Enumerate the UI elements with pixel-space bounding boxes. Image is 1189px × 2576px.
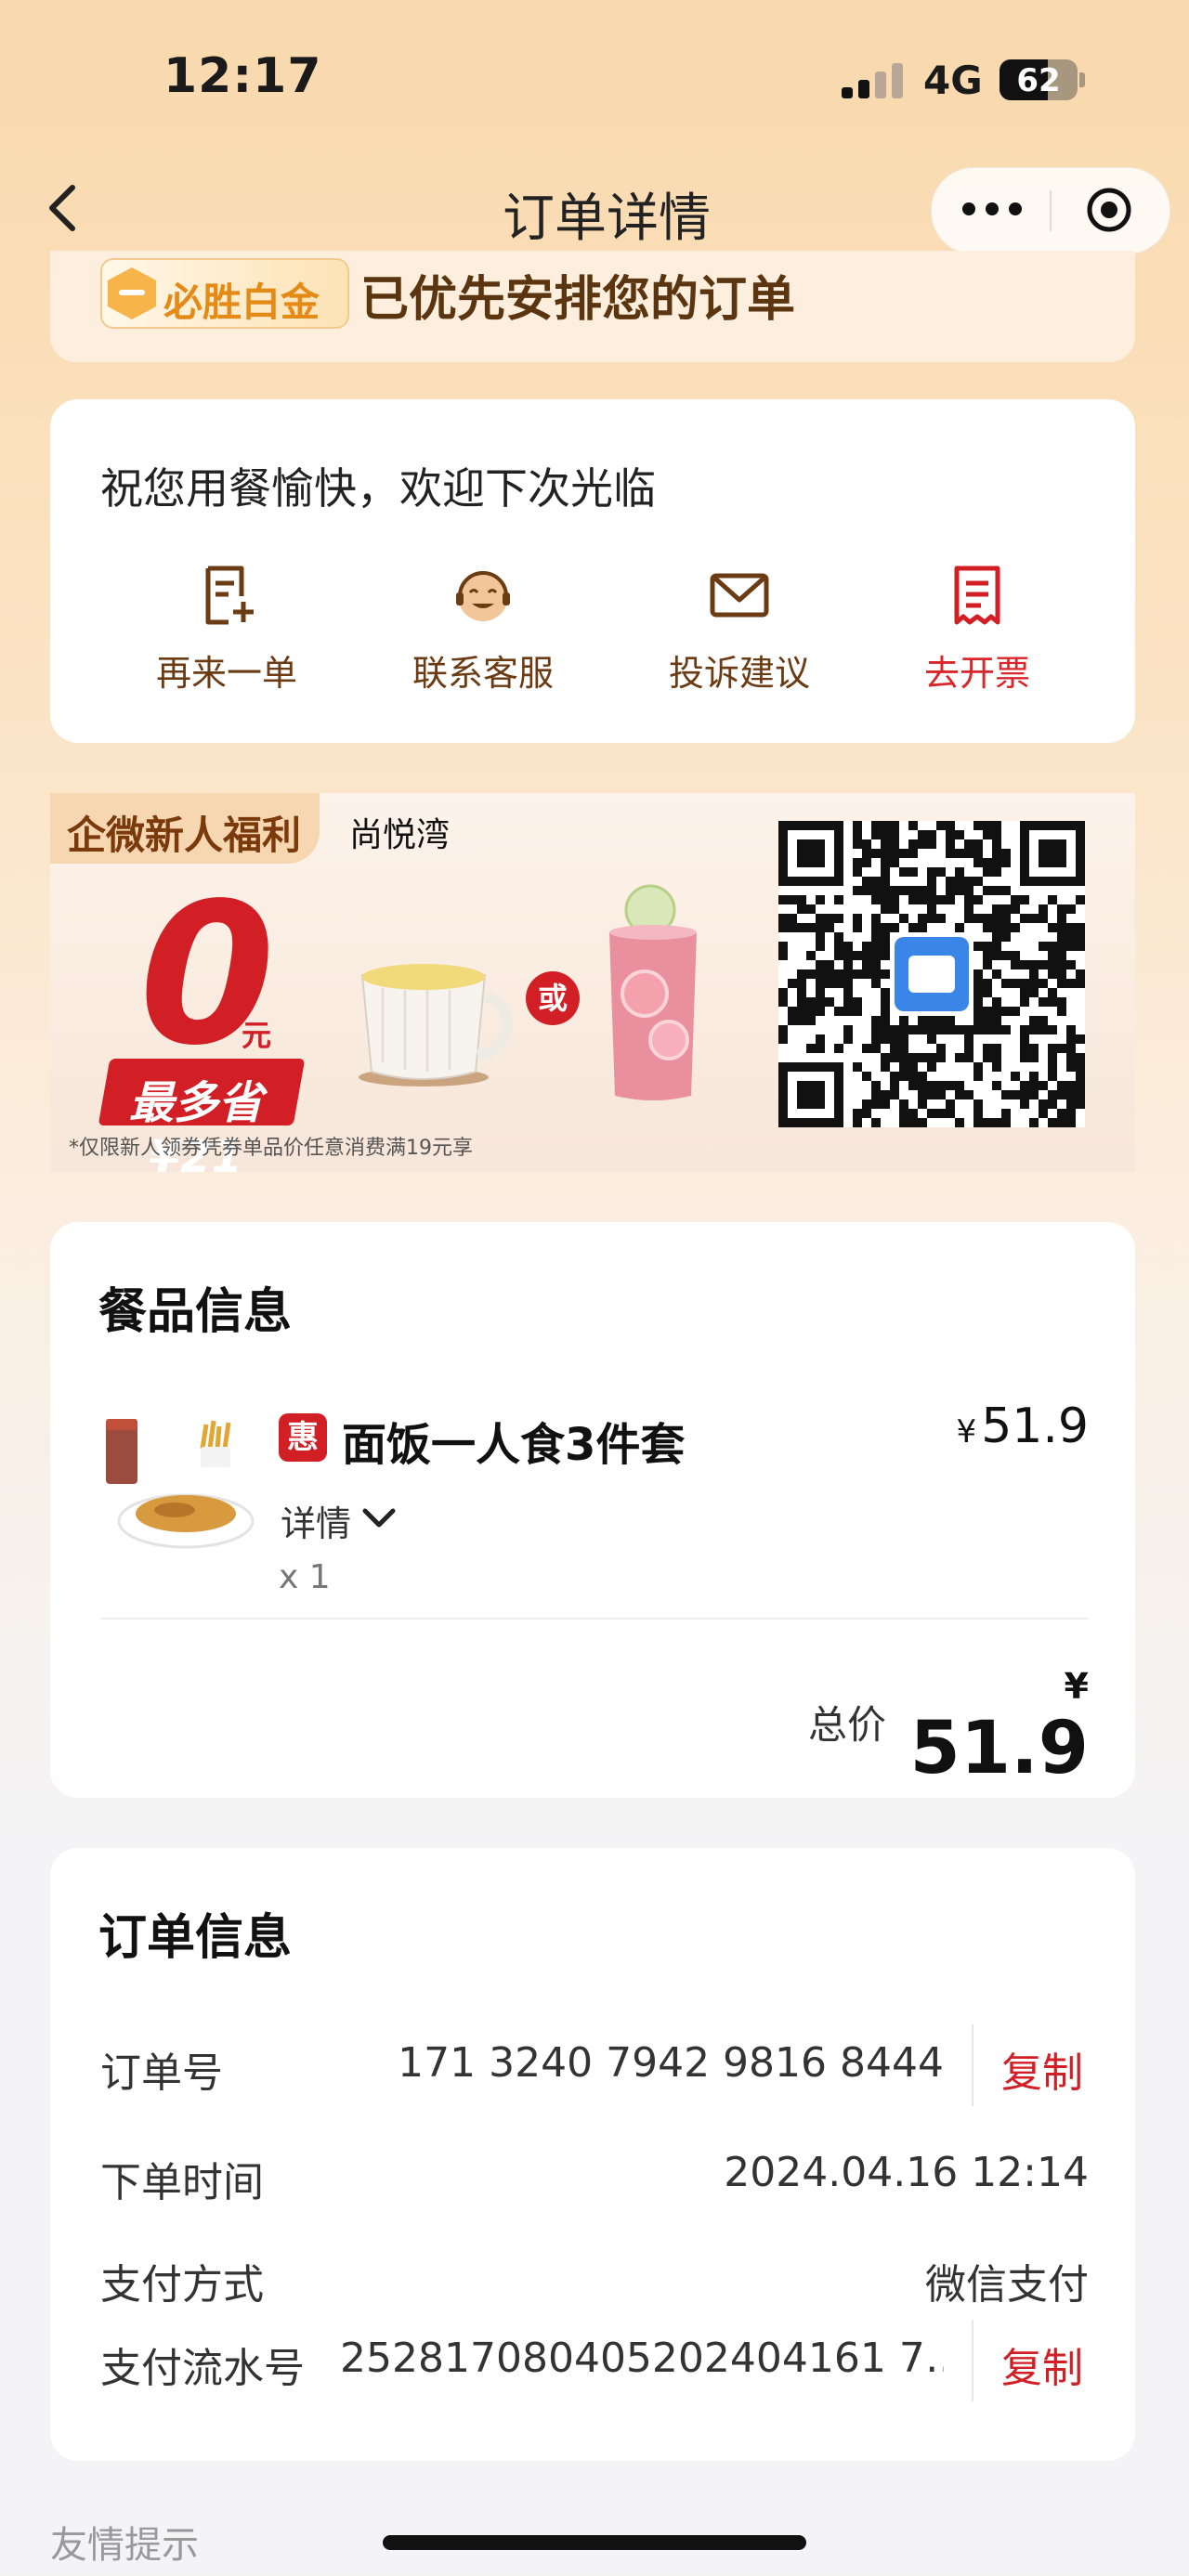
item-quantity: x 1	[279, 1558, 331, 1596]
promo-note: *仅限新人领券凭券单品价任意消费满19元享	[69, 1137, 473, 1160]
payment-method-value: 微信支付	[925, 2261, 1089, 2309]
invoice-icon	[954, 566, 1000, 625]
order-number-separator	[972, 2024, 973, 2106]
item-name: 面饭一人食3件套	[342, 1419, 686, 1471]
customer-service-icon	[456, 571, 510, 621]
promo-tag-label: 企微新人福利	[67, 813, 302, 858]
item-detail-toggle[interactable]: 详情	[281, 1495, 351, 1546]
home-indicator[interactable]	[383, 2535, 806, 2550]
milk-tea-cup-image	[359, 964, 513, 1086]
item-price: ¥ 51.9	[929, 1399, 1089, 1454]
promo-store-name: 尚悦湾	[349, 816, 451, 854]
more-icon[interactable]	[962, 202, 1022, 217]
reorder-label: 再来一单	[155, 653, 297, 694]
close-mini-program-icon[interactable]	[1085, 186, 1133, 234]
transaction-id-separator	[972, 2320, 973, 2401]
reorder-button[interactable]: 再来一单	[134, 563, 320, 696]
transaction-id-label: 支付流水号	[100, 2345, 305, 2392]
battery-level: 62	[1016, 62, 1061, 99]
complaint-button[interactable]: 投诉建议	[647, 563, 832, 696]
mail-icon	[710, 573, 769, 618]
promo-unit: 元	[242, 1018, 272, 1053]
payment-method-label: 支付方式	[100, 2261, 264, 2309]
discount-badge: 惠	[279, 1413, 327, 1462]
item-price-value: 51.9	[981, 1399, 1089, 1454]
greeting-text: 祝您用餐愉快，欢迎下次光临	[100, 463, 656, 514]
transaction-id-value: 252817080405202404161 7…	[340, 2335, 944, 2382]
battery-icon: 62	[1000, 59, 1078, 100]
priority-message: 已优先安排您的订单	[360, 272, 796, 328]
network-type: 4G	[923, 58, 983, 103]
order-number-value: 171 3240 7942 9816 8444	[398, 2039, 944, 2087]
total-currency: ¥	[1064, 1666, 1089, 1707]
friendly-tip-heading: 友情提示	[50, 2524, 199, 2567]
total-value: 51.9	[909, 1707, 1089, 1790]
promo-tag: 企微新人福利	[50, 793, 320, 864]
chevron-down-icon[interactable]	[360, 1504, 398, 1532]
battery-tip	[1079, 72, 1085, 87]
order-number-label: 订单号	[100, 2049, 223, 2097]
total-label: 总价	[808, 1702, 887, 1748]
order-time-label: 下单时间	[100, 2159, 264, 2206]
copy-transaction-id-button[interactable]: 复制	[1001, 2335, 1083, 2394]
invoice-button[interactable]: 去开票	[884, 563, 1070, 696]
customer-service-label: 联系客服	[412, 653, 554, 694]
reorder-icon	[205, 566, 254, 625]
food-section-title: 餐品信息	[98, 1284, 293, 1340]
food-divider	[100, 1618, 1089, 1620]
cellular-signal-icon	[842, 61, 907, 98]
meal-set-image	[106, 1419, 255, 1549]
promo-save-badge: 最多省¥21	[98, 1059, 306, 1183]
promo-or-badge: 或	[526, 971, 580, 1025]
badge-label: 必胜白金	[163, 280, 320, 325]
complaint-label: 投诉建议	[668, 653, 810, 694]
order-section-title: 订单信息	[98, 1910, 293, 1966]
copy-order-number-button[interactable]: 复制	[1001, 2039, 1083, 2099]
invoice-label: 去开票	[923, 653, 1030, 694]
promo-save-label: 最多省¥21	[128, 1077, 263, 1183]
wecom-qr-code[interactable]	[778, 821, 1085, 1127]
order-time-value: 2024.04.16 12:14	[724, 2149, 1089, 2196]
total-price: ¥ 51.9	[892, 1666, 1089, 1790]
fruit-drink-image	[609, 884, 697, 1100]
platinum-badge: 必胜白金	[100, 258, 349, 329]
status-time: 12:17	[163, 48, 322, 104]
membership-icon	[108, 267, 156, 319]
customer-service-button[interactable]: 联系客服	[390, 563, 576, 696]
item-price-currency: ¥	[956, 1413, 977, 1451]
